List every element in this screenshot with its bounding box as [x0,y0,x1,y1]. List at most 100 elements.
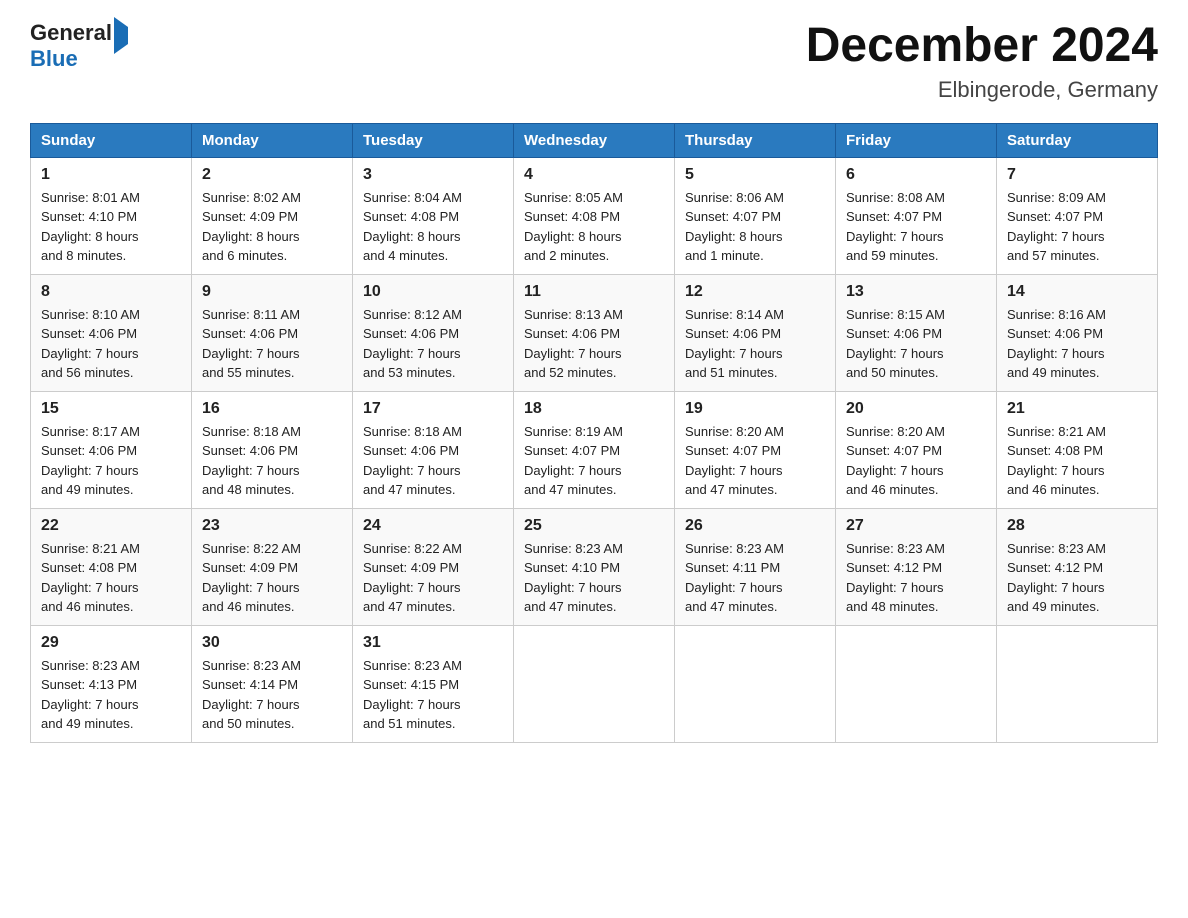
day-number: 20 [846,400,986,418]
table-row: 7 Sunrise: 8:09 AMSunset: 4:07 PMDayligh… [997,157,1158,274]
day-info: Sunrise: 8:18 AMSunset: 4:06 PMDaylight:… [363,422,503,500]
location-subtitle: Elbingerode, Germany [806,77,1158,103]
day-number: 22 [41,517,181,535]
day-number: 24 [363,517,503,535]
day-info: Sunrise: 8:01 AMSunset: 4:10 PMDaylight:… [41,188,181,266]
header-saturday: Saturday [997,123,1158,157]
table-row: 6 Sunrise: 8:08 AMSunset: 4:07 PMDayligh… [836,157,997,274]
day-info: Sunrise: 8:05 AMSunset: 4:08 PMDaylight:… [524,188,664,266]
day-number: 5 [685,166,825,184]
logo-text: General Blue [30,20,128,72]
table-row: 21 Sunrise: 8:21 AMSunset: 4:08 PMDaylig… [997,391,1158,508]
day-number: 27 [846,517,986,535]
day-number: 16 [202,400,342,418]
logo-triangle-icon [114,17,128,54]
day-info: Sunrise: 8:16 AMSunset: 4:06 PMDaylight:… [1007,305,1147,383]
day-number: 4 [524,166,664,184]
table-row: 5 Sunrise: 8:06 AMSunset: 4:07 PMDayligh… [675,157,836,274]
day-info: Sunrise: 8:21 AMSunset: 4:08 PMDaylight:… [1007,422,1147,500]
table-row: 11 Sunrise: 8:13 AMSunset: 4:06 PMDaylig… [514,274,675,391]
day-number: 17 [363,400,503,418]
day-info: Sunrise: 8:13 AMSunset: 4:06 PMDaylight:… [524,305,664,383]
day-info: Sunrise: 8:23 AMSunset: 4:10 PMDaylight:… [524,539,664,617]
title-block: December 2024 Elbingerode, Germany [806,20,1158,103]
day-number: 12 [685,283,825,301]
table-row: 25 Sunrise: 8:23 AMSunset: 4:10 PMDaylig… [514,508,675,625]
calendar-week-row: 15 Sunrise: 8:17 AMSunset: 4:06 PMDaylig… [31,391,1158,508]
day-info: Sunrise: 8:20 AMSunset: 4:07 PMDaylight:… [846,422,986,500]
day-number: 3 [363,166,503,184]
table-row: 17 Sunrise: 8:18 AMSunset: 4:06 PMDaylig… [353,391,514,508]
day-info: Sunrise: 8:04 AMSunset: 4:08 PMDaylight:… [363,188,503,266]
day-info: Sunrise: 8:23 AMSunset: 4:12 PMDaylight:… [846,539,986,617]
day-info: Sunrise: 8:19 AMSunset: 4:07 PMDaylight:… [524,422,664,500]
table-row: 8 Sunrise: 8:10 AMSunset: 4:06 PMDayligh… [31,274,192,391]
table-row: 31 Sunrise: 8:23 AMSunset: 4:15 PMDaylig… [353,625,514,742]
table-row: 9 Sunrise: 8:11 AMSunset: 4:06 PMDayligh… [192,274,353,391]
table-row: 19 Sunrise: 8:20 AMSunset: 4:07 PMDaylig… [675,391,836,508]
day-info: Sunrise: 8:20 AMSunset: 4:07 PMDaylight:… [685,422,825,500]
header-friday: Friday [836,123,997,157]
calendar-week-row: 29 Sunrise: 8:23 AMSunset: 4:13 PMDaylig… [31,625,1158,742]
day-info: Sunrise: 8:23 AMSunset: 4:11 PMDaylight:… [685,539,825,617]
day-info: Sunrise: 8:06 AMSunset: 4:07 PMDaylight:… [685,188,825,266]
table-row [675,625,836,742]
day-info: Sunrise: 8:11 AMSunset: 4:06 PMDaylight:… [202,305,342,383]
calendar-table: Sunday Monday Tuesday Wednesday Thursday… [30,123,1158,743]
day-info: Sunrise: 8:09 AMSunset: 4:07 PMDaylight:… [1007,188,1147,266]
day-number: 1 [41,166,181,184]
table-row: 4 Sunrise: 8:05 AMSunset: 4:08 PMDayligh… [514,157,675,274]
table-row [514,625,675,742]
calendar-week-row: 8 Sunrise: 8:10 AMSunset: 4:06 PMDayligh… [31,274,1158,391]
day-info: Sunrise: 8:23 AMSunset: 4:12 PMDaylight:… [1007,539,1147,617]
day-info: Sunrise: 8:15 AMSunset: 4:06 PMDaylight:… [846,305,986,383]
day-info: Sunrise: 8:12 AMSunset: 4:06 PMDaylight:… [363,305,503,383]
day-number: 26 [685,517,825,535]
day-info: Sunrise: 8:23 AMSunset: 4:14 PMDaylight:… [202,656,342,734]
day-number: 15 [41,400,181,418]
day-info: Sunrise: 8:21 AMSunset: 4:08 PMDaylight:… [41,539,181,617]
table-row: 2 Sunrise: 8:02 AMSunset: 4:09 PMDayligh… [192,157,353,274]
day-number: 11 [524,283,664,301]
table-row: 24 Sunrise: 8:22 AMSunset: 4:09 PMDaylig… [353,508,514,625]
logo-blue: Blue [30,46,78,71]
table-row: 26 Sunrise: 8:23 AMSunset: 4:11 PMDaylig… [675,508,836,625]
table-row: 18 Sunrise: 8:19 AMSunset: 4:07 PMDaylig… [514,391,675,508]
day-number: 14 [1007,283,1147,301]
table-row: 12 Sunrise: 8:14 AMSunset: 4:06 PMDaylig… [675,274,836,391]
day-info: Sunrise: 8:22 AMSunset: 4:09 PMDaylight:… [363,539,503,617]
day-number: 8 [41,283,181,301]
month-title: December 2024 [806,20,1158,73]
table-row: 16 Sunrise: 8:18 AMSunset: 4:06 PMDaylig… [192,391,353,508]
table-row: 20 Sunrise: 8:20 AMSunset: 4:07 PMDaylig… [836,391,997,508]
calendar-week-row: 1 Sunrise: 8:01 AMSunset: 4:10 PMDayligh… [31,157,1158,274]
day-number: 7 [1007,166,1147,184]
table-row: 14 Sunrise: 8:16 AMSunset: 4:06 PMDaylig… [997,274,1158,391]
day-number: 28 [1007,517,1147,535]
header-monday: Monday [192,123,353,157]
day-info: Sunrise: 8:22 AMSunset: 4:09 PMDaylight:… [202,539,342,617]
day-number: 2 [202,166,342,184]
table-row: 1 Sunrise: 8:01 AMSunset: 4:10 PMDayligh… [31,157,192,274]
table-row: 13 Sunrise: 8:15 AMSunset: 4:06 PMDaylig… [836,274,997,391]
day-number: 30 [202,634,342,652]
day-number: 6 [846,166,986,184]
table-row [997,625,1158,742]
header-thursday: Thursday [675,123,836,157]
day-info: Sunrise: 8:18 AMSunset: 4:06 PMDaylight:… [202,422,342,500]
table-row: 3 Sunrise: 8:04 AMSunset: 4:08 PMDayligh… [353,157,514,274]
logo-general: General [30,20,112,45]
day-info: Sunrise: 8:10 AMSunset: 4:06 PMDaylight:… [41,305,181,383]
day-number: 10 [363,283,503,301]
day-info: Sunrise: 8:23 AMSunset: 4:15 PMDaylight:… [363,656,503,734]
day-info: Sunrise: 8:23 AMSunset: 4:13 PMDaylight:… [41,656,181,734]
calendar-header-row: Sunday Monday Tuesday Wednesday Thursday… [31,123,1158,157]
table-row: 22 Sunrise: 8:21 AMSunset: 4:08 PMDaylig… [31,508,192,625]
table-row: 10 Sunrise: 8:12 AMSunset: 4:06 PMDaylig… [353,274,514,391]
table-row [836,625,997,742]
day-number: 9 [202,283,342,301]
header-tuesday: Tuesday [353,123,514,157]
page-header: General Blue December 2024 Elbingerode, … [30,20,1158,103]
day-number: 23 [202,517,342,535]
day-number: 31 [363,634,503,652]
